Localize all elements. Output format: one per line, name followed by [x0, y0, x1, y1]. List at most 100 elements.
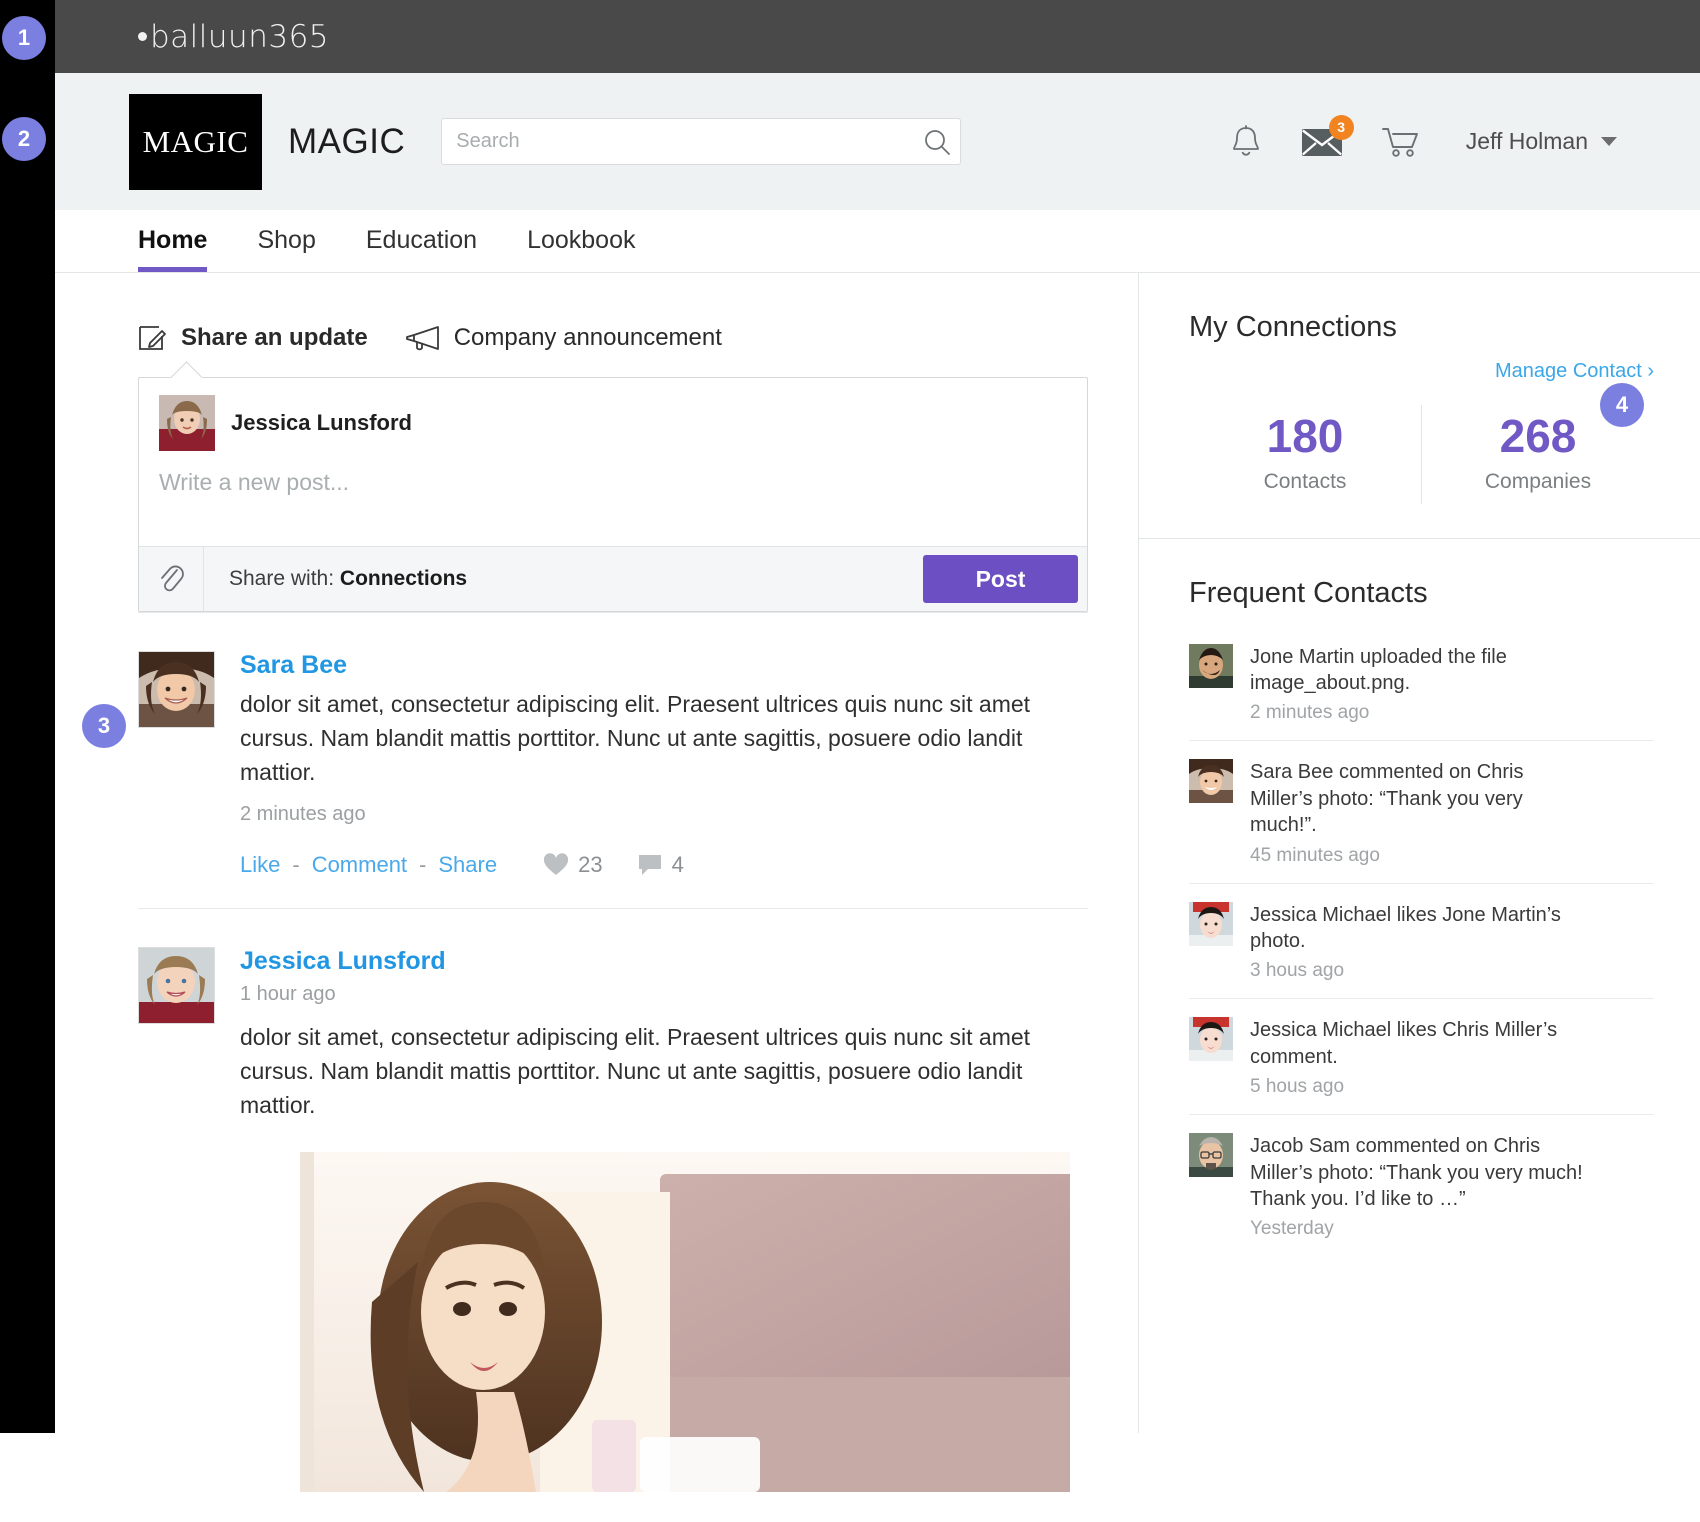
activity-time: Yesterday: [1250, 1218, 1334, 1240]
post-avatar[interactable]: [138, 651, 215, 728]
post-share-link[interactable]: Share: [438, 852, 497, 878]
nav-tab-education[interactable]: Education: [366, 210, 477, 272]
post-comment-link[interactable]: Comment: [312, 852, 407, 878]
my-connections-title: My Connections: [1189, 311, 1397, 343]
magic-logo-mark[interactable]: MAGIC: [129, 93, 262, 190]
list-item[interactable]: Sara Bee commented on Chris Miller’s pho…: [1189, 740, 1654, 882]
post-comment-count: 4: [637, 852, 684, 878]
balluun-brand[interactable]: balluun365: [138, 19, 329, 55]
post-text: dolor sit amet, consectetur adipiscing e…: [240, 691, 1031, 786]
activity-time: 3 hous ago: [1250, 960, 1345, 982]
attach-button[interactable]: [139, 547, 204, 611]
post-composer: Jessica Lunsford Write a new post... Sha…: [138, 377, 1088, 612]
nav-tab-shop[interactable]: Shop: [257, 210, 315, 272]
main-content: Share an update Company announcement Jes…: [55, 273, 1700, 1493]
annotation-badge-3: 3: [82, 704, 126, 748]
manage-contact-link[interactable]: Manage Contact ›: [1189, 360, 1654, 383]
right-sidebar: My Connections Manage Contact › 180 Cont…: [1138, 273, 1700, 1433]
list-item[interactable]: Jessica Michael likes Jone Martin’s phot…: [1189, 882, 1654, 999]
connections-stats: 180 Contacts 268 Companies: [1189, 405, 1654, 504]
activity-time: 45 minutes ago: [1250, 844, 1380, 866]
activity-time: 2 minutes ago: [1250, 702, 1370, 724]
post-body: Sara Bee dolor sit amet, consectetur adi…: [240, 651, 1060, 878]
composer-footer: Share with: Connections Post: [139, 546, 1087, 611]
avatar: [1189, 901, 1233, 946]
list-item[interactable]: Jone Martin uploaded the file image_abou…: [1189, 626, 1654, 741]
stat-contacts: 180 Contacts: [1189, 405, 1421, 504]
list-item-body: Jessica Michael likes Chris Miller’s com…: [1250, 1017, 1590, 1098]
avatar: [1189, 643, 1233, 688]
annotation-rail: [0, 0, 55, 1433]
user-menu[interactable]: Jeff Holman: [1458, 120, 1617, 164]
notifications-button[interactable]: [1224, 120, 1268, 164]
list-item-body: Sara Bee commented on Chris Miller’s pho…: [1250, 759, 1590, 866]
list-item[interactable]: Jacob Sam commented on Chris Miller’s ph…: [1189, 1114, 1654, 1256]
cart-icon: [1381, 124, 1423, 160]
composer-tab-company-announcement[interactable]: Company announcement: [405, 324, 722, 352]
feed-column: Share an update Company announcement Jes…: [55, 273, 1138, 1493]
activity-text: Jessica Michael likes Jone Martin’s phot…: [1250, 903, 1561, 952]
search-icon[interactable]: [914, 127, 960, 157]
composer-tab-share-update-label: Share an update: [181, 324, 368, 351]
chevron-down-icon: [1601, 137, 1617, 146]
bell-icon: [1229, 124, 1263, 160]
brand-label: balluun365: [150, 18, 330, 55]
post-like-link[interactable]: Like: [240, 852, 280, 878]
activity-text: Jessica Michael likes Chris Miller’s com…: [1250, 1019, 1558, 1068]
composer-tab-company-announcement-label: Company announcement: [453, 324, 722, 351]
compose-pencil-icon: [138, 323, 168, 353]
post-author-name[interactable]: Sara Bee: [240, 651, 1060, 680]
feed-post: Sara Bee dolor sit amet, consectetur adi…: [138, 612, 1088, 908]
comment-bubble-icon: [637, 853, 663, 877]
annotation-badge-4: 4: [1600, 383, 1644, 427]
nav-tab-home[interactable]: Home: [138, 210, 208, 272]
share-with-label: Share with:: [229, 567, 335, 590]
magic-logo-mark-text: MAGIC: [142, 123, 249, 159]
composer-author-name: Jessica Lunsford: [231, 410, 412, 435]
annotation-badge-1: 1: [2, 16, 46, 60]
messages-count-badge: 3: [1328, 114, 1354, 140]
frequent-contacts-title: Frequent Contacts: [1189, 576, 1428, 609]
post-timestamp: 1 hour ago: [240, 983, 336, 1006]
stat-contacts-value: 180: [1266, 410, 1344, 462]
search-box[interactable]: [441, 118, 962, 165]
application-window: balluun365 MAGIC MAGIC Search 3 Jeff Hol…: [55, 0, 1700, 1493]
frequent-contacts-list: Jone Martin uploaded the file image_abou…: [1189, 626, 1654, 1257]
comment-count-value: 4: [671, 852, 684, 878]
page-root: 1 2 3 4 balluun365 MAGIC MAGIC Search 3 …: [0, 0, 1700, 1493]
avatar: [1189, 759, 1233, 804]
activity-text: Jacob Sam commented on Chris Miller’s ph…: [1250, 1135, 1583, 1210]
frequent-contacts-panel: Frequent Contacts Jone Martin uploaded t…: [1139, 539, 1700, 1291]
action-separator-2: -: [419, 852, 427, 878]
search-input[interactable]: [442, 119, 915, 164]
share-with-value[interactable]: Connections: [340, 567, 467, 590]
paperclip-icon: [156, 562, 186, 596]
share-with-text: Share with: Connections: [229, 567, 467, 591]
brand-dot-icon: [138, 32, 147, 41]
post-button[interactable]: Post: [923, 555, 1078, 603]
composer-textarea[interactable]: Write a new post...: [139, 451, 1087, 546]
avatar: [1189, 1017, 1233, 1062]
stat-contacts-label: Contacts: [1263, 469, 1347, 493]
post-author-name[interactable]: Jessica Lunsford: [240, 947, 1070, 976]
post-attached-image[interactable]: [240, 1152, 1070, 1493]
stat-companies-label: Companies: [1484, 469, 1592, 493]
activity-text: Sara Bee commented on Chris Miller’s pho…: [1250, 761, 1524, 837]
post-text: dolor sit amet, consectetur adipiscing e…: [240, 1024, 1031, 1119]
list-item[interactable]: Jessica Michael likes Chris Miller’s com…: [1189, 998, 1654, 1114]
nav-tab-lookbook[interactable]: Lookbook: [527, 210, 635, 272]
megaphone-icon: [405, 324, 441, 352]
messages-button[interactable]: 3: [1301, 114, 1354, 164]
avatar: [1189, 1133, 1233, 1178]
like-count-value: 23: [578, 852, 603, 878]
cart-button[interactable]: [1380, 120, 1424, 164]
post-avatar[interactable]: [138, 947, 215, 1025]
action-separator-1: -: [292, 852, 300, 878]
platform-topbar: balluun365: [55, 0, 1700, 73]
post-body: Jessica Lunsford 1 hour ago dolor sit am…: [240, 947, 1070, 1493]
header-actions: 3 Jeff Holman: [1224, 114, 1617, 164]
annotation-badge-2: 2: [2, 117, 46, 161]
composer-author-row: Jessica Lunsford: [139, 378, 1087, 451]
composer-avatar: [159, 395, 215, 451]
composer-tab-share-update[interactable]: Share an update: [138, 323, 368, 353]
